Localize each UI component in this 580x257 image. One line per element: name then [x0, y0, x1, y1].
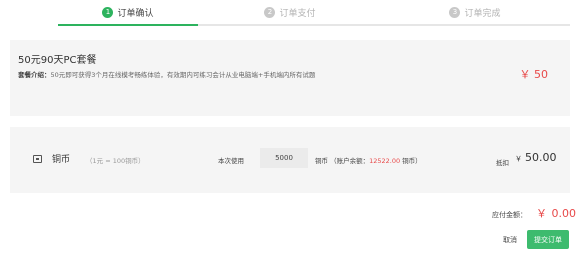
coin-name: 铜币 — [52, 155, 71, 165]
step-pay: 2 订单支付 — [220, 0, 360, 24]
payable-label: 应付金额： — [492, 211, 527, 219]
package-intro-label: 套餐介绍： — [18, 71, 51, 79]
balance-amount: 12522.00 — [369, 157, 401, 165]
step-number-2: 2 — [264, 6, 276, 18]
balance-suffix: 铜币） — [402, 157, 422, 165]
submit-order-button[interactable]: 提交订单 — [527, 230, 569, 249]
deduct-currency: ￥ — [515, 155, 522, 163]
deduct-amount: ￥ 50.00 — [515, 151, 557, 164]
step-progress-track — [198, 24, 570, 26]
coin-balance: 铜币 （账户余额：12522.00 铜币） — [315, 155, 422, 165]
payable-currency: ￥ — [536, 207, 547, 220]
package-title: 50元90天PC套餐 — [18, 55, 97, 66]
deduct-label: 抵扣 — [496, 159, 509, 167]
payable-value: 0.00 — [551, 207, 577, 220]
coin-deduction-panel: 铜币 （1元 = 100铜币） 本次使用 铜币 （账户余额：12522.00 铜… — [10, 127, 570, 193]
step-progress-active — [58, 24, 198, 26]
coin-unit: 铜币 — [315, 157, 328, 165]
deduct-value: 50.00 — [525, 151, 557, 164]
coin-rate: （1元 = 100铜币） — [86, 157, 145, 165]
step-label-confirm: 订单确认 — [117, 8, 154, 19]
package-intro-text: 50元即可获得3个月在线模考畅练体验，有效期内可练习会计从业电脑端+手机端内所有… — [50, 71, 316, 79]
step-number-1: 1 — [102, 6, 114, 18]
package-panel: 50元90天PC套餐 套餐介绍：50元即可获得3个月在线模考畅练体验，有效期内可… — [10, 40, 570, 116]
step-label-complete: 订单完成 — [464, 8, 501, 19]
balance-prefix: （账户余额： — [330, 157, 370, 165]
cancel-button[interactable]: 取消 — [499, 231, 521, 249]
package-description: 套餐介绍：50元即可获得3个月在线模考畅练体验，有效期内可练习会计从业电脑端+手… — [18, 69, 315, 79]
step-complete: 3 订单完成 — [405, 0, 545, 24]
payable-amount: ￥ 0.00 — [536, 205, 576, 221]
step-confirm: 1 订单确认 — [58, 0, 198, 24]
order-steps: 1 订单确认 2 订单支付 3 订单完成 — [0, 0, 580, 26]
package-price: ￥ 50 — [519, 68, 549, 81]
step-number-3: 3 — [449, 6, 461, 18]
step-label-pay: 订单支付 — [279, 8, 316, 19]
coin-use-label: 本次使用 — [218, 157, 244, 165]
coin-use-input[interactable] — [260, 148, 308, 168]
coin-icon — [33, 155, 42, 163]
